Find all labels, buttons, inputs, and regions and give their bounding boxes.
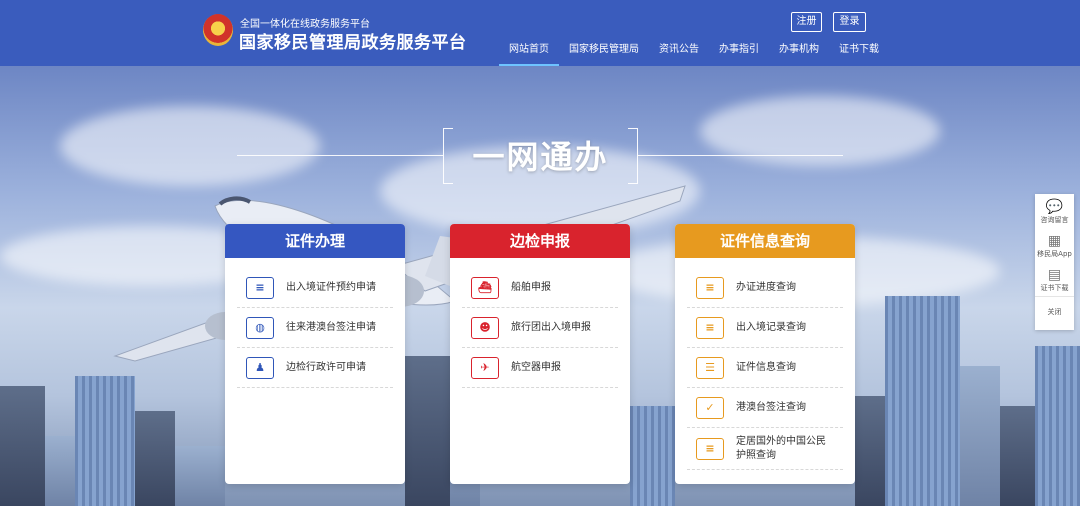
group-icon: ☻ (471, 316, 499, 339)
cert-download-button[interactable]: ▤ 证书下载 (1035, 262, 1074, 296)
slogan-line-left (237, 155, 443, 156)
nav-guide[interactable]: 办事指引 (709, 43, 769, 66)
close-toolbar-button[interactable]: 关闭 (1035, 296, 1074, 328)
ship-icon: ⛴ (471, 276, 499, 299)
hero-slogan: 一网通办 (472, 138, 609, 176)
card-title: 边检申报 (450, 224, 630, 258)
checklist-icon: ✓ (696, 396, 724, 419)
site-header: 全国一体化在线政务服务平台 国家移民管理局政务服务平台 注册 登录 网站首页 国… (0, 0, 1080, 66)
app-download-button[interactable]: ▦ 移民局App (1035, 228, 1074, 262)
list-item-progress-query[interactable]: ≡ 办证进度查询 (687, 268, 843, 308)
nav-news[interactable]: 资讯公告 (649, 43, 709, 66)
login-button[interactable]: 登录 (833, 12, 866, 32)
list-item-aircraft[interactable]: ✈ 航空器申报 (462, 348, 618, 388)
list-item-record-query[interactable]: ≡ 出入境记录查询 (687, 308, 843, 348)
card-title: 证件办理 (225, 224, 405, 258)
floating-toolbar: 💬 咨询留言 ▦ 移民局App ▤ 证书下载 关闭 (1035, 194, 1074, 330)
airplane-icon: ✈ (471, 356, 499, 379)
card-border-declaration: 边检申报 ⛴ 船舶申报 ☻ 旅行团出入境申报 ✈ 航空器申报 (450, 224, 630, 484)
slogan-bracket-right (628, 128, 638, 184)
qrcode-icon: ▦ (1047, 233, 1062, 249)
nav-home[interactable]: 网站首页 (499, 43, 559, 66)
list-item-passport-query[interactable]: ≡ 定居国外的中国公民护照查询 (687, 428, 843, 470)
search-doc-icon: ≡ (696, 276, 724, 299)
card-clock-icon: ≡ (246, 276, 274, 299)
chat-icon: 💬 (1045, 199, 1064, 215)
site-title[interactable]: 国家移民管理局政务服务平台 (239, 28, 467, 53)
list-item-document-query[interactable]: ☰ 证件信息查询 (687, 348, 843, 388)
consult-message-button[interactable]: 💬 咨询留言 (1035, 194, 1074, 228)
id-card-icon: ☰ (696, 356, 724, 379)
card-title: 证件信息查询 (675, 224, 855, 258)
nav-nia[interactable]: 国家移民管理局 (559, 43, 649, 66)
slogan-bracket-left (443, 128, 453, 184)
list-item-border-permit[interactable]: ♟ 边检行政许可申请 (237, 348, 393, 388)
national-emblem-logo[interactable] (203, 14, 233, 46)
card-info-query: 证件信息查询 ≡ 办证进度查询 ≡ 出入境记录查询 ☰ 证件信息查询 ✓ 港澳台… (675, 224, 855, 484)
list-item-endorsement-query[interactable]: ✓ 港澳台签注查询 (687, 388, 843, 428)
certificate-icon: ▤ (1047, 267, 1062, 283)
search-record-icon: ≡ (696, 316, 724, 339)
person-document-icon: ♟ (246, 356, 274, 379)
list-item-endorsement[interactable]: ◍ 往来港澳台签注申请 (237, 308, 393, 348)
list-item-ship[interactable]: ⛴ 船舶申报 (462, 268, 618, 308)
list-item-tour-group[interactable]: ☻ 旅行团出入境申报 (462, 308, 618, 348)
card-document-processing: 证件办理 ≡ 出入境证件预约申请 ◍ 往来港澳台签注申请 ♟ 边检行政许可申请 (225, 224, 405, 484)
register-button[interactable]: 注册 (791, 12, 822, 32)
slogan-line-right (638, 155, 843, 156)
globe-icon: ◍ (246, 316, 274, 339)
nav-cert-download[interactable]: 证书下载 (829, 43, 889, 66)
main-nav: 网站首页 国家移民管理局 资讯公告 办事指引 办事机构 证书下载 (499, 43, 889, 66)
nav-offices[interactable]: 办事机构 (769, 43, 829, 66)
passport-icon: ≡ (696, 437, 724, 460)
list-item-appointment[interactable]: ≡ 出入境证件预约申请 (237, 268, 393, 308)
